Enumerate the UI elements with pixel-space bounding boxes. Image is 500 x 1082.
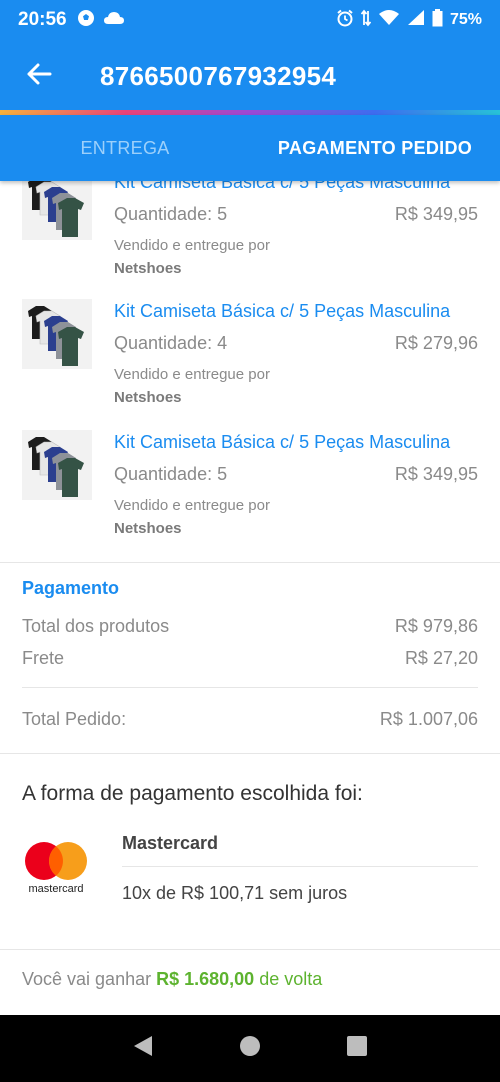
divider: [0, 753, 500, 754]
system-nav-bar: [0, 1015, 500, 1082]
order-content: Kit Camiseta Básica c/ 5 Peças Masculina…: [0, 181, 500, 1015]
product-title[interactable]: Kit Camiseta Básica c/ 5 Peças Masculina: [114, 301, 450, 322]
nav-home-icon[interactable]: [239, 1035, 261, 1062]
back-button[interactable]: [0, 40, 78, 112]
sold-by-label: Vendido e entregue por: [114, 237, 270, 254]
products-total-label: Total dos produtos: [22, 616, 170, 636]
sold-by-label: Vendido e entregue por: [114, 366, 270, 383]
cashback-prefix: Você vai ganhar: [22, 969, 152, 989]
tshirt-kit-image: [22, 299, 92, 369]
divider: [22, 687, 478, 688]
payment-section-title: Pagamento: [22, 578, 120, 598]
battery-icon: [432, 8, 443, 32]
status-left-icons: [77, 9, 125, 32]
shipping-value: R$ 27,20: [404, 648, 478, 668]
product-price: R$ 349,95: [394, 464, 478, 484]
cashback-amount: R$ 1.680,00: [156, 969, 255, 989]
tshirt-kit-image: [22, 181, 92, 240]
product-thumbnail: [22, 430, 92, 500]
product-quantity: Quantidade: 5: [114, 204, 228, 224]
product-title[interactable]: Kit Camiseta Básica c/ 5 Peças Masculina: [114, 432, 450, 453]
wifi-icon: [378, 9, 400, 31]
product-quantity: Quantidade: 4: [114, 333, 228, 353]
cashback-suffix: de volta: [259, 969, 323, 989]
sold-by-label: Vendido e entregue por: [114, 497, 270, 514]
data-arrows-icon: [360, 9, 372, 32]
tshirt-kit-image: [22, 430, 92, 500]
payment-method-heading: A forma de pagamento escolhida foi:: [22, 782, 363, 805]
page-title: 8766500767932954: [100, 60, 337, 91]
battery-percentage: 75%: [449, 11, 482, 28]
product-thumbnail: [22, 299, 92, 369]
cashback-message: Você vai ganhar R$ 1.680,00 de volta: [22, 969, 322, 990]
mastercard-logo-text: mastercard: [28, 883, 84, 895]
seller-name: Netshoes: [114, 389, 182, 406]
installments-text: 10x de R$ 100,71 sem juros: [122, 883, 348, 903]
status-right: 75%: [336, 8, 482, 32]
products-total-value: R$ 979,86: [394, 616, 478, 636]
seller-name: Netshoes: [114, 260, 182, 277]
order-total-label: Total Pedido:: [22, 709, 127, 729]
product-title[interactable]: Kit Camiseta Básica c/ 5 Peças Masculina: [114, 181, 450, 193]
seller-name: Netshoes: [114, 520, 182, 537]
tab-bar: ENTREGA PAGAMENTO PEDIDO: [0, 115, 500, 181]
soccer-ball-icon: [77, 9, 95, 32]
card-brand-name: Mastercard: [122, 833, 219, 853]
alarm-icon: [336, 9, 354, 32]
tab-pagamento-pedido[interactable]: PAGAMENTO PEDIDO: [250, 115, 500, 181]
shipping-label: Frete: [22, 648, 65, 668]
status-time: 20:56: [18, 9, 67, 30]
product-item[interactable]: Kit Camiseta Básica c/ 5 Peças Masculina…: [0, 430, 500, 550]
app-bar: 8766500767932954: [0, 40, 500, 112]
mastercard-logo: mastercard: [22, 839, 90, 899]
back-arrow-icon: [26, 62, 52, 91]
product-price: R$ 279,96: [394, 333, 478, 353]
divider: [0, 949, 500, 950]
nav-back-icon[interactable]: [132, 1034, 154, 1063]
product-item[interactable]: Kit Camiseta Básica c/ 5 Peças Masculina…: [0, 299, 500, 419]
divider: [122, 866, 478, 867]
divider: [0, 562, 500, 563]
order-total-value: R$ 1.007,06: [379, 709, 478, 729]
cloud-icon: [103, 10, 125, 31]
product-price: R$ 349,95: [394, 204, 478, 224]
signal-icon: [407, 9, 425, 31]
tab-entrega[interactable]: ENTREGA: [0, 115, 250, 181]
product-item[interactable]: Kit Camiseta Básica c/ 5 Peças Masculina…: [0, 181, 500, 290]
status-bar: 20:56 75%: [0, 0, 500, 40]
nav-recents-icon[interactable]: [346, 1035, 368, 1062]
product-thumbnail: [22, 181, 92, 240]
product-quantity: Quantidade: 5: [114, 464, 228, 484]
